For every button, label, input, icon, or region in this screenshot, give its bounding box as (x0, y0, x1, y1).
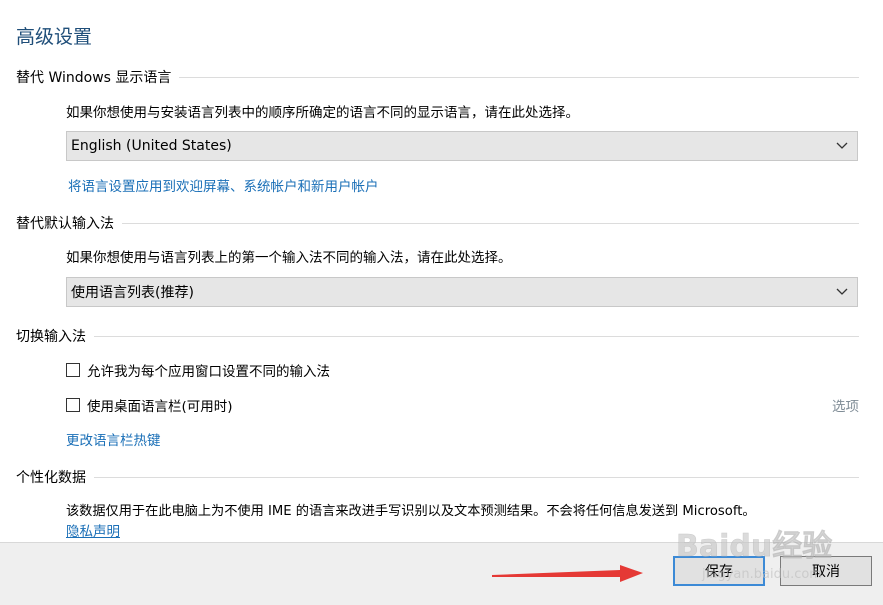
per-app-input-label: 允许我为每个应用窗口设置不同的输入法 (87, 364, 330, 380)
per-app-input-option[interactable]: 允许我为每个应用窗口设置不同的输入法 (66, 360, 330, 380)
section-header-default-input: 替代默认输入法 (16, 216, 114, 232)
language-bar-options-link[interactable]: 选项 (832, 395, 859, 415)
section-header-display-language: 替代 Windows 显示语言 (16, 70, 172, 86)
divider (179, 76, 859, 78)
divider (122, 222, 859, 224)
apply-language-settings-link[interactable]: 将语言设置应用到欢迎屏幕、系统帐户和新用户帐户 (68, 175, 379, 195)
chevron-down-icon (835, 285, 849, 299)
display-language-description: 如果你想使用与安装语言列表中的顺序所确定的语言不同的显示语言，请在此处选择。 (66, 105, 579, 121)
desktop-language-bar-checkbox[interactable] (66, 398, 80, 412)
default-input-dropdown[interactable]: 使用语言列表(推荐) (66, 277, 858, 307)
chevron-down-icon (835, 139, 849, 153)
change-language-bar-hotkeys-link[interactable]: 更改语言栏热键 (66, 429, 161, 449)
divider (94, 335, 859, 337)
personalization-description: 该数据仅用于在此电脑上为不使用 IME 的语言来改进手写识别以及文本预测结果。不… (66, 504, 756, 519)
section-display-language: 替代 Windows 显示语言 (16, 67, 859, 87)
display-language-selected: English (United States) (71, 138, 232, 154)
desktop-language-bar-label: 使用桌面语言栏(可用时) (87, 399, 233, 415)
page-title: 高级设置 (16, 26, 93, 48)
privacy-statement-link[interactable]: 隐私声明 (66, 520, 120, 540)
cancel-button[interactable]: 取消 (780, 556, 872, 586)
section-switch-input: 切换输入法 (16, 326, 859, 346)
default-input-description: 如果你想使用与语言列表上的第一个输入法不同的输入法，请在此处选择。 (66, 250, 512, 266)
per-app-input-checkbox[interactable] (66, 363, 80, 377)
default-input-selected: 使用语言列表(推荐) (71, 285, 194, 301)
red-arrow-annotation (492, 565, 643, 582)
section-personalization: 个性化数据 (16, 467, 859, 487)
display-language-dropdown[interactable]: English (United States) (66, 131, 858, 161)
desktop-language-bar-option[interactable]: 使用桌面语言栏(可用时) (66, 395, 233, 415)
section-default-input: 替代默认输入法 (16, 213, 859, 233)
save-button[interactable]: 保存 (673, 556, 765, 586)
divider (94, 476, 859, 478)
section-header-personalization: 个性化数据 (16, 470, 86, 486)
section-header-switch-input: 切换输入法 (16, 329, 86, 345)
